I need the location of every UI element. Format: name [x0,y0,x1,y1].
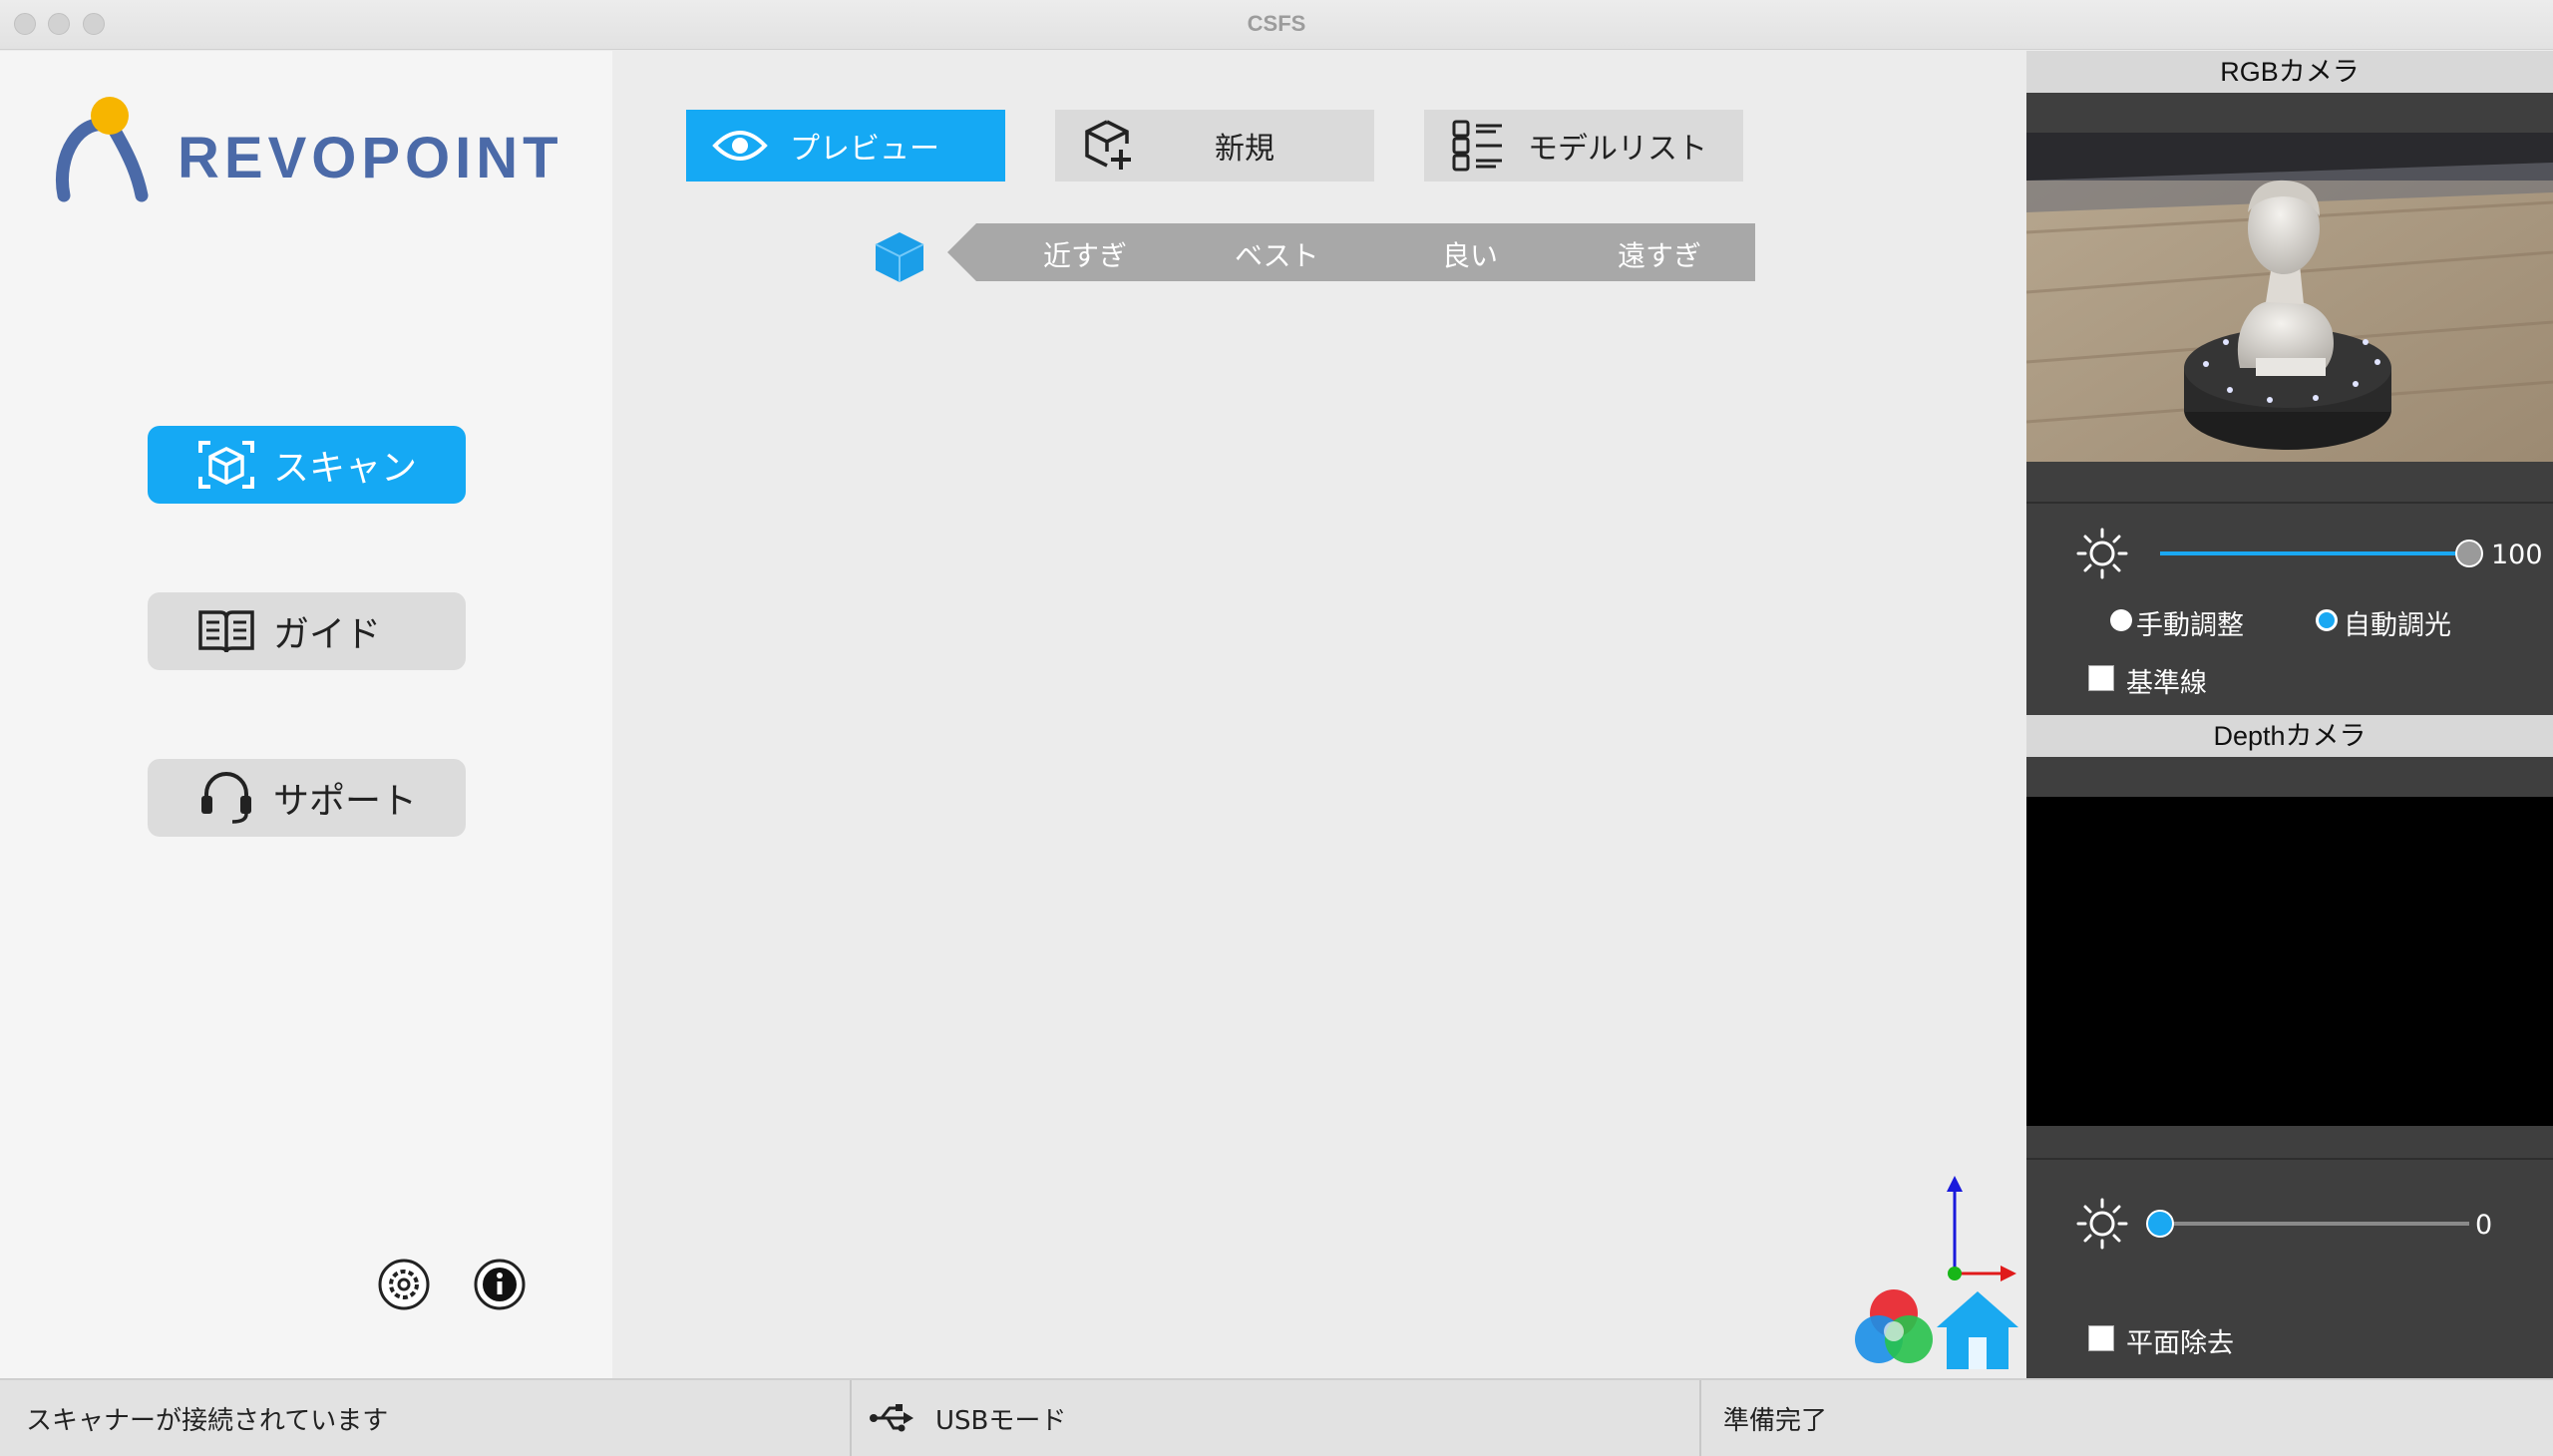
headset-icon [191,768,261,828]
distance-too-close: 近すぎ [1043,239,1128,272]
connection-status: スキャナーが接続されています [26,1405,389,1436]
rgb-brightness-value: 100 [2491,540,2543,570]
depth-brightness-value: 0 [2475,1210,2493,1241]
rgb-brightness-slider[interactable] [2160,540,2483,567]
list-icon [1448,116,1508,176]
depth-brightness-icon [2076,1198,2128,1250]
depth-brightness-slider[interactable] [2146,1210,2469,1238]
scan-button-label: スキャン [273,448,418,489]
depth-camera-preview [2026,797,2553,1126]
baseline-checkbox[interactable] [2088,665,2114,691]
depth-camera-title: Depthカメラ [2026,715,2553,757]
baseline-label: 基準線 [2126,668,2207,699]
manual-adjust-label: 手動調整 [2136,610,2244,641]
status-bar: スキャナーが接続されています USBモード 準備完了 [0,1378,2553,1456]
auto-exposure-label: 自動調光 [2344,610,2451,641]
manual-adjust-radio[interactable] [2110,609,2132,631]
usb-mode-status: USBモード [935,1405,1067,1436]
rgb-camera-title: RGBカメラ [2026,51,2553,93]
brightness-icon [2076,528,2128,579]
eye-icon [710,116,770,176]
window-title: CSFS [1247,11,1306,36]
depth-brightness-slider-handle[interactable] [2146,1210,2174,1238]
distance-too-far: 遠すぎ [1618,239,1702,272]
guide-button-label: ガイド [273,614,382,655]
title-bar: CSFS [0,0,2553,50]
preview-button-label: プレビュー [790,132,939,167]
main-viewport[interactable]: プレビュー 新規 モデルリスト 近すぎ ベスト 良い 遠すぎ [612,51,2026,1378]
model-list-button[interactable]: モデルリスト [1424,110,1743,182]
preview-button[interactable]: プレビュー [686,110,1005,182]
cube-icon [875,232,924,282]
info-icon[interactable] [473,1258,527,1311]
new-button-label: 新規 [1215,132,1275,167]
new-box-icon [1079,116,1139,176]
home-view-icon[interactable] [1935,1287,2020,1373]
scan-cube-icon [191,435,261,495]
scan-button[interactable]: スキャン [148,426,466,504]
model-list-button-label: モデルリスト [1528,132,1707,167]
ready-status: 準備完了 [1723,1405,1828,1436]
usb-icon [870,1404,913,1432]
guide-button[interactable]: ガイド [148,592,466,670]
new-button[interactable]: 新規 [1055,110,1374,182]
app-window: CSFS REVOPOINT スキャン ガイド サポート プレビュー 新規 モデ… [0,0,2553,1456]
plane-removal-label: 平面除去 [2126,1328,2234,1359]
color-mode-icon[interactable] [1849,1283,1939,1373]
rgb-camera-preview [2026,133,2553,462]
gear-icon[interactable] [377,1258,431,1311]
plane-removal-checkbox[interactable] [2088,1325,2114,1351]
auto-exposure-radio[interactable] [2316,609,2338,631]
support-button-label: サポート [273,781,418,822]
support-button[interactable]: サポート [148,759,466,837]
axis-gizmo-icon [1947,1176,2016,1281]
sidebar: REVOPOINT スキャン ガイド サポート [0,51,612,1378]
distance-good: 良い [1442,239,1499,272]
distance-best: ベスト [1235,239,1319,272]
book-icon [191,601,261,661]
camera-panel: RGBカメラ 100 手動調整 自動調光 基準線 Depthカメラ 0 平面除去 [2026,51,2553,1378]
rgb-brightness-slider-handle[interactable] [2455,540,2483,567]
logo-text: REVOPOINT [178,126,563,190]
